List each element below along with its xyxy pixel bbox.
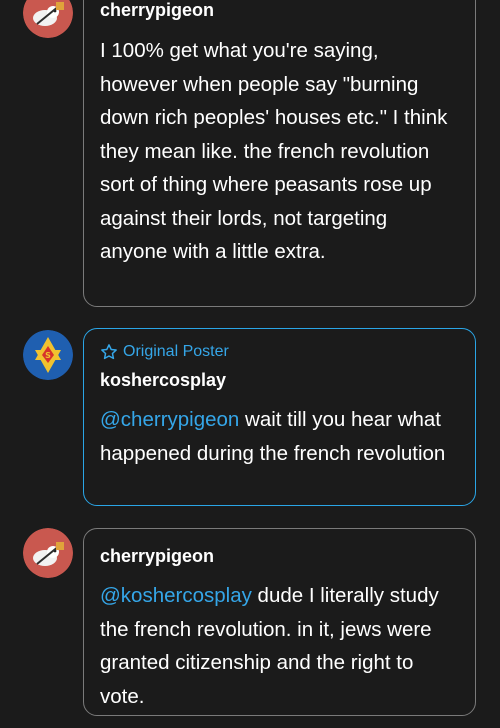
reply-bubble: cherrypigeon I 100% get what you're sayi… (83, 0, 476, 307)
avatar[interactable] (23, 0, 73, 38)
reply-bubble-op: Original Poster koshercosplay @cherrypig… (83, 328, 476, 506)
reply-bubble: cherrypigeon @koshercosplay dude I liter… (83, 528, 476, 716)
username[interactable]: cherrypigeon (100, 545, 459, 567)
username[interactable]: cherrypigeon (100, 0, 459, 21)
avatar[interactable] (23, 528, 73, 578)
reply-text: I 100% get what you're saying, however w… (100, 39, 448, 263)
svg-text:S: S (45, 351, 51, 360)
reply-text: @koshercosplay dude I literally study th… (100, 579, 459, 713)
mention-link[interactable]: @koshercosplay (100, 584, 252, 607)
username[interactable]: koshercosplay (100, 369, 459, 391)
reply-cherrypigeon-2: cherrypigeon @koshercosplay dude I liter… (0, 528, 500, 728)
pigeon-avatar-icon (23, 528, 73, 578)
reply-koshercosplay: S Original Poster koshercosplay @cherryp… (0, 328, 500, 508)
original-poster-label: Original Poster (123, 343, 229, 360)
original-poster-badge: Original Poster (100, 342, 459, 362)
reply-cherrypigeon-1: cherrypigeon I 100% get what you're sayi… (0, 0, 500, 310)
avatar[interactable]: S (23, 330, 73, 380)
superman-star-avatar-icon: S (23, 330, 73, 380)
reply-text: @cherrypigeon wait till you hear what ha… (100, 403, 459, 470)
pigeon-avatar-icon (23, 0, 73, 38)
star-icon (101, 344, 117, 360)
mention-link[interactable]: @cherrypigeon (100, 408, 239, 431)
